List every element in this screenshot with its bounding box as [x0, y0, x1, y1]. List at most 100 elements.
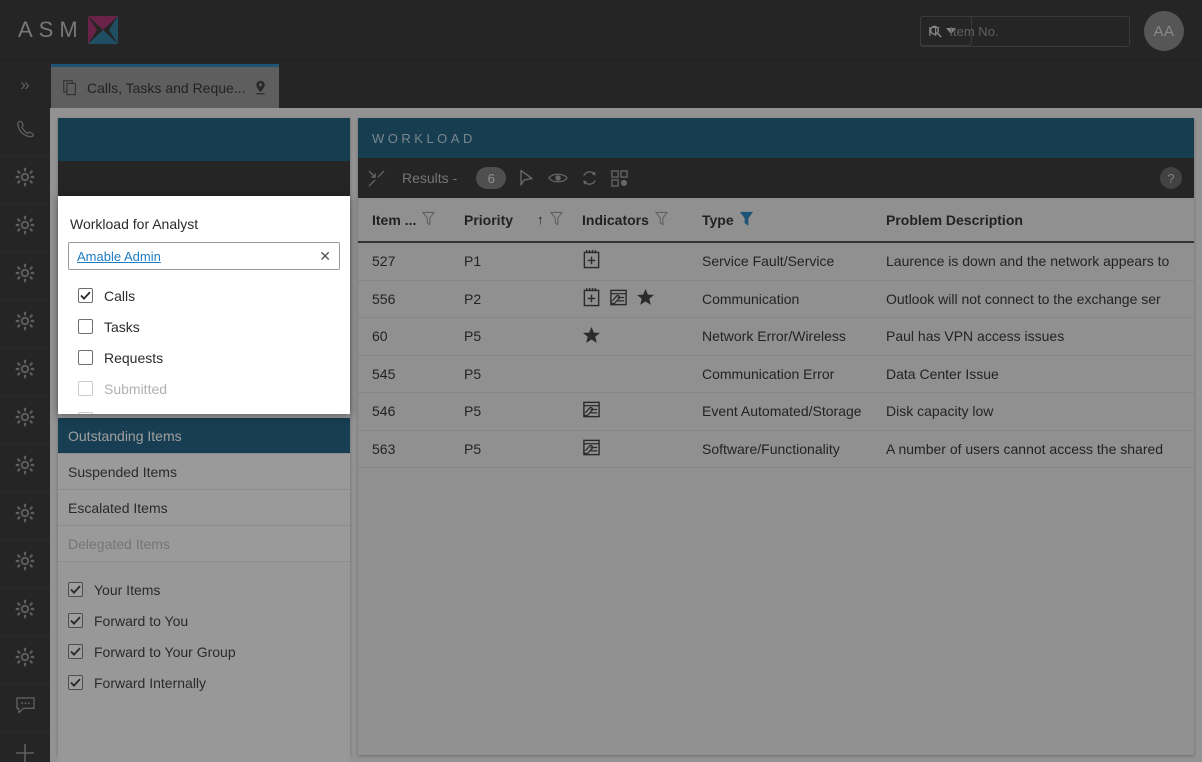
cell-description: A number of users cannot access the shar…: [886, 440, 1164, 457]
cell-indicators: [582, 438, 702, 460]
filter-icon[interactable]: [654, 211, 669, 229]
rail-item-add[interactable]: [0, 732, 50, 762]
checkbox[interactable]: [68, 613, 83, 628]
filter-forward-internally[interactable]: Forward Internally: [58, 667, 350, 698]
popup-option-tasks[interactable]: Tasks: [68, 311, 340, 342]
popup-option-calls[interactable]: Calls: [68, 280, 340, 311]
cell-item: 546: [372, 403, 396, 420]
nav-item-outstanding-items[interactable]: Outstanding Items: [58, 418, 350, 454]
filter-icon[interactable]: [739, 211, 753, 229]
star-icon[interactable]: [636, 288, 655, 309]
cell-description: Disk capacity low: [886, 403, 994, 420]
refresh-icon[interactable]: [581, 169, 598, 187]
popup-option-list: Calls Tasks Requests Submitted Not Submitted: [68, 280, 340, 414]
star-icon[interactable]: [582, 326, 601, 347]
filter-label: Your Items: [94, 581, 161, 598]
sort-asc-icon[interactable]: ↑: [537, 212, 544, 227]
page-title: WORKLOAD: [372, 130, 476, 146]
rail-item-10[interactable]: [0, 540, 50, 588]
eye-icon[interactable]: [548, 171, 569, 185]
table-row[interactable]: 545 P5 Communication Error Data Center Issu…: [358, 356, 1194, 393]
cell-description: Outlook will not connect to the exchange…: [886, 290, 1161, 307]
note-plus-icon[interactable]: [582, 249, 601, 273]
filter-icon[interactable]: [422, 211, 436, 229]
asm-x-logo-icon: [87, 16, 118, 44]
rail-item-5[interactable]: [0, 300, 50, 348]
workload-table: Item ... Priority ↑ Indicators Type Probl…: [358, 198, 1194, 468]
gear-icon: [15, 359, 35, 384]
rail-item-3[interactable]: [0, 204, 50, 252]
option-label: Submitted: [104, 380, 168, 397]
cell-type: Event Automated/Storage: [702, 403, 862, 420]
attachment-doc-icon[interactable]: [582, 438, 601, 460]
analyst-select[interactable]: Amable Admin ✕: [68, 242, 340, 270]
flag-cursor-icon[interactable]: [519, 169, 535, 187]
nav-item-suspended-items[interactable]: Suspended Items: [58, 454, 350, 490]
app-logo[interactable]: ASM: [18, 13, 120, 47]
column-header-indicators[interactable]: Indicators: [582, 211, 702, 229]
attachment-doc-icon[interactable]: [609, 288, 628, 310]
column-label: Item ...: [372, 211, 417, 228]
search-box[interactable]: [920, 16, 1130, 47]
logo-text: ASM: [18, 17, 84, 42]
workload-analyst-popup: Workload for Analyst Amable Admin ✕ Call…: [58, 196, 350, 414]
nav-item-escalated-items[interactable]: Escalated Items: [58, 490, 350, 526]
avatar[interactable]: AA: [1144, 11, 1184, 51]
table-row[interactable]: 563 P5 Software/Functionality A number of …: [358, 431, 1194, 468]
column-header-item[interactable]: Item ...: [372, 211, 464, 229]
cell-type: Software/Functionality: [702, 440, 840, 457]
checkbox[interactable]: [78, 288, 93, 303]
rail-item-4[interactable]: [0, 252, 50, 300]
option-label: Calls: [104, 287, 136, 304]
option-label: Not Submitted: [104, 412, 193, 415]
column-header-type[interactable]: Type: [702, 211, 886, 229]
column-label: Type: [702, 211, 734, 228]
checkbox[interactable]: [78, 350, 93, 365]
rail-item-chat[interactable]: [0, 684, 50, 732]
grid-settings-icon[interactable]: [611, 169, 628, 187]
table-row[interactable]: 546 P5 Event Automated/Storage Disk capaci…: [358, 393, 1194, 431]
popup-option-requests[interactable]: Requests: [68, 342, 340, 373]
filter-your-items[interactable]: Your Items: [58, 574, 350, 605]
popup-option-not-submitted: Not Submitted: [68, 404, 340, 414]
checkbox[interactable]: [68, 582, 83, 597]
column-header-priority[interactable]: Priority ↑: [464, 211, 582, 229]
table-row[interactable]: 527 P1 Service Fault/Service Laurence is d…: [358, 243, 1194, 281]
rail-item-7[interactable]: [0, 396, 50, 444]
cell-item: 563: [372, 440, 396, 457]
rail-item-6[interactable]: [0, 348, 50, 396]
rail-item-11[interactable]: [0, 588, 50, 636]
filter-forward-to-you[interactable]: Forward to You: [58, 605, 350, 636]
rail-item-12[interactable]: [0, 636, 50, 684]
top-bar: ASM IT AA: [0, 0, 1202, 61]
filter-forward-to-your-group[interactable]: Forward to Your Group: [58, 636, 350, 667]
close-x-icon[interactable]: ✕: [319, 248, 331, 265]
checkbox[interactable]: [78, 319, 93, 334]
column-label: Problem Description: [886, 211, 1023, 228]
attachment-doc-icon[interactable]: [582, 400, 601, 422]
column-header-problem-description[interactable]: Problem Description: [886, 212, 1194, 228]
checkbox[interactable]: [68, 675, 83, 690]
cell-item: 60: [372, 328, 388, 345]
tab-bar: » Calls, Tasks and Reque...: [0, 61, 1202, 108]
pin-location-icon[interactable]: [255, 80, 266, 95]
collapse-arrows-icon[interactable]: [368, 169, 385, 187]
search-input[interactable]: [949, 24, 1121, 39]
rail-item-2[interactable]: [0, 156, 50, 204]
column-label: Priority: [464, 211, 514, 228]
checkbox[interactable]: [68, 644, 83, 659]
table-row[interactable]: 60 P5 Network Error/Wireless Paul has VPN …: [358, 318, 1194, 356]
tab-calls-tasks-requests[interactable]: Calls, Tasks and Reque...: [51, 64, 279, 108]
checkbox: [78, 412, 93, 414]
table-row[interactable]: 556 P2 Communication Outlook will not conn…: [358, 281, 1194, 318]
rail-item-8[interactable]: [0, 444, 50, 492]
star-icon: [582, 326, 601, 343]
help-question-icon[interactable]: ?: [1160, 167, 1182, 189]
filter-icon[interactable]: [549, 211, 563, 229]
attachment-doc-icon: [583, 439, 600, 456]
rail-item-calls[interactable]: [0, 108, 50, 156]
cell-item: 545: [372, 365, 396, 382]
sidebar-expand-button[interactable]: »: [0, 61, 50, 108]
note-plus-icon[interactable]: [582, 287, 601, 311]
rail-item-9[interactable]: [0, 492, 50, 540]
